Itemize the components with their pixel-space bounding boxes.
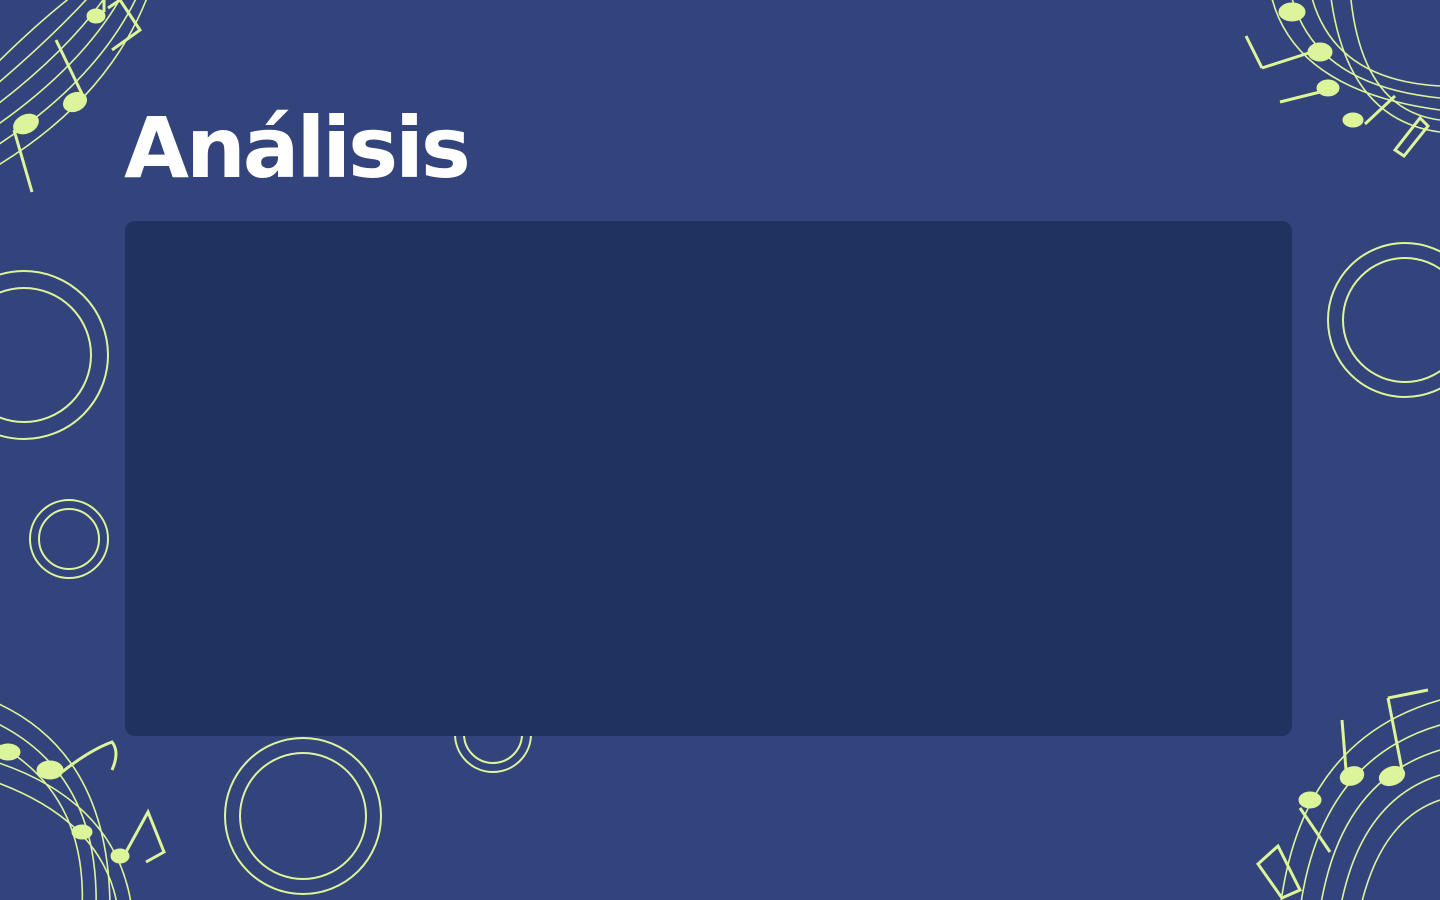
slide-title: Análisis	[124, 99, 471, 197]
content-panel	[125, 221, 1292, 736]
slide-canvas: Análisis	[0, 0, 1440, 900]
